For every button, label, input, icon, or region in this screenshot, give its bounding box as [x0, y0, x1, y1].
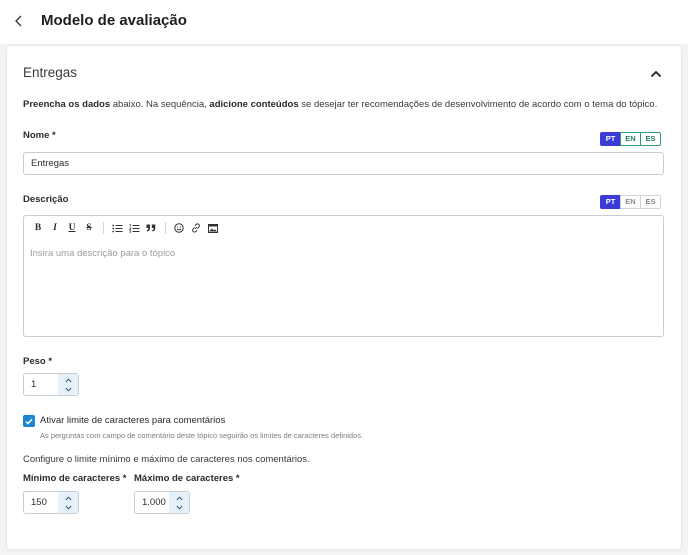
maximo-label: Máximo de caracteres * — [134, 473, 240, 484]
quote-button[interactable] — [143, 220, 159, 236]
bullet-list-icon — [111, 224, 122, 232]
section-title: Entregas — [23, 65, 78, 80]
limite-checkbox-label[interactable]: Ativar limite de caracteres para comentá… — [40, 415, 225, 426]
chevron-up-icon — [64, 377, 72, 382]
maximo-decrement-button[interactable] — [171, 503, 187, 512]
descricao-editor: B I U S Insira uma descrição para o tópi… — [23, 215, 664, 337]
chevron-up-icon — [650, 70, 662, 78]
minimo-decrement-button[interactable] — [60, 503, 76, 512]
limite-checkbox[interactable] — [23, 415, 35, 427]
nome-input[interactable] — [23, 152, 664, 175]
maximo-increment-button[interactable] — [171, 494, 187, 503]
chevron-up-icon — [64, 495, 72, 500]
page-title: Modelo de avaliação — [41, 12, 187, 29]
editor-toolbar: B I U S — [24, 216, 663, 240]
maximo-stepper — [134, 491, 274, 514]
link-button[interactable] — [188, 220, 204, 236]
peso-increment-button[interactable] — [60, 376, 76, 385]
underline-button[interactable]: U — [64, 220, 80, 236]
descricao-lang-en[interactable]: EN — [620, 195, 641, 209]
descricao-lang-es[interactable]: ES — [640, 195, 661, 209]
peso-label: Peso * — [23, 356, 53, 367]
peso-stepper — [23, 373, 163, 396]
nome-language-switch: PT EN ES — [600, 132, 661, 146]
chevron-down-icon — [64, 505, 72, 510]
numbered-list-button[interactable] — [126, 220, 142, 236]
strikethrough-button[interactable]: S — [81, 220, 97, 236]
quote-icon — [146, 224, 156, 232]
emoji-icon — [174, 223, 184, 233]
emoji-button[interactable] — [171, 220, 187, 236]
numbered-list-icon — [128, 223, 139, 232]
checkmark-icon — [25, 418, 33, 425]
editor-placeholder[interactable]: Insira uma descrição para o tópico — [30, 248, 175, 259]
bullet-list-button[interactable] — [109, 220, 125, 236]
limite-help-text: As perguntas com campo de comentário des… — [40, 431, 364, 440]
topic-card: Entregas Preencha os dados abaixo. Na se… — [7, 46, 681, 549]
descricao-label: Descrição — [23, 194, 69, 205]
maximo-input[interactable] — [135, 497, 274, 508]
collapse-button[interactable] — [649, 66, 663, 78]
nome-lang-pt[interactable]: PT — [600, 132, 621, 146]
descricao-language-switch: PT EN ES — [600, 195, 661, 209]
intro-text: Preencha os dados abaixo. Na sequência, … — [23, 99, 658, 110]
minimo-increment-button[interactable] — [60, 494, 76, 503]
back-button[interactable] — [10, 12, 28, 32]
chevron-up-icon — [175, 495, 183, 500]
toolbar-divider — [165, 222, 166, 234]
maximo-stepper-arrows — [169, 492, 189, 513]
image-button[interactable] — [205, 220, 221, 236]
chevron-down-icon — [175, 505, 183, 510]
minimo-stepper — [23, 491, 163, 514]
image-icon — [208, 223, 218, 233]
bold-button[interactable]: B — [30, 220, 46, 236]
minimo-stepper-arrows — [58, 492, 78, 513]
minimo-label: Mínimo de caracteres * — [23, 473, 127, 484]
chevron-left-icon — [15, 15, 22, 26]
chevron-down-icon — [64, 387, 72, 392]
link-icon — [192, 223, 200, 233]
nome-lang-en[interactable]: EN — [620, 132, 641, 146]
top-bar: Modelo de avaliação — [0, 0, 688, 44]
configure-text: Configure o limite mínimo e máximo de ca… — [23, 454, 310, 465]
peso-input[interactable] — [24, 379, 163, 390]
peso-decrement-button[interactable] — [60, 385, 76, 394]
toolbar-divider — [103, 222, 104, 234]
descricao-lang-pt[interactable]: PT — [600, 195, 621, 209]
italic-button[interactable]: I — [47, 220, 63, 236]
peso-stepper-arrows — [58, 374, 78, 395]
nome-label: Nome * — [23, 130, 56, 141]
nome-lang-es[interactable]: ES — [640, 132, 661, 146]
